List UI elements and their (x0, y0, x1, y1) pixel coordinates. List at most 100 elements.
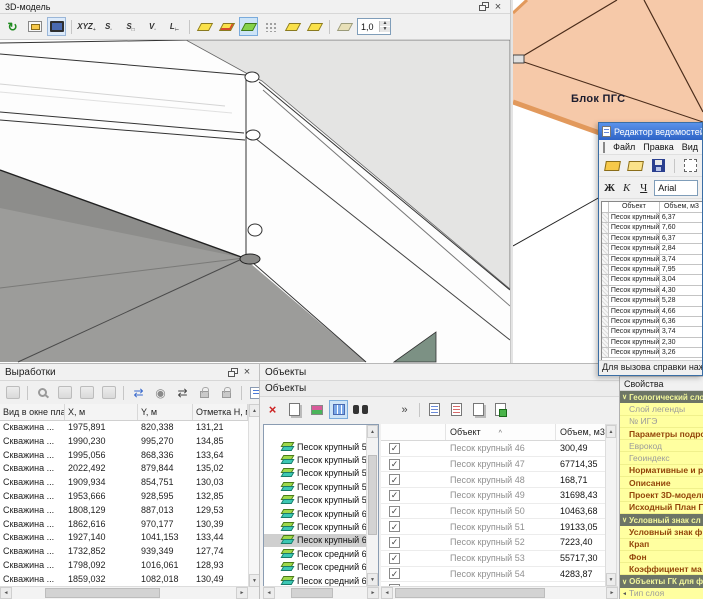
checkbox[interactable]: ✓ (389, 537, 400, 548)
xyz-coordinates-icon[interactable]: XYZ+ (77, 17, 96, 36)
menu-edit[interactable]: Правка (643, 142, 673, 152)
list-item[interactable]: Песок крупный 57 (264, 467, 378, 480)
plot-icon[interactable] (3, 383, 22, 402)
column-header-volume[interactable]: Объем, м3 (556, 424, 606, 440)
list-item[interactable]: Песок средний 63 (264, 547, 378, 560)
object-table-row[interactable]: ✓Песок крупный 5355717,30 (381, 551, 606, 567)
property-section[interactable]: ∨Условный знак сл (620, 514, 703, 526)
object-table-row[interactable]: ✓Песок крупный 4931698,43 (381, 488, 606, 504)
ledger-row[interactable]: Песок крупный 24,30 (602, 286, 703, 296)
surface-area-icon[interactable]: S▫ (99, 17, 118, 36)
scale-spinner[interactable]: 1,0 ▲▼ (357, 18, 391, 35)
borehole-row[interactable]: Скважина ...1995,056868,336133,64 (0, 449, 248, 463)
property-row[interactable]: Фон (620, 551, 703, 563)
object-table-row[interactable]: ✓Песок крупный 5119133,05 (381, 519, 606, 535)
table-vscrollbar[interactable]: ▲ ▼ (605, 424, 617, 587)
scroll-thumb[interactable] (395, 588, 545, 598)
dxf-export-icon[interactable] (25, 17, 44, 36)
find-icon[interactable] (351, 400, 370, 419)
columns-view-icon[interactable] (329, 400, 348, 419)
ledger-row[interactable]: Песок крупный 24,66 (602, 307, 703, 317)
display-filter-icon[interactable] (307, 400, 326, 419)
checkbox[interactable]: ✓ (389, 521, 400, 532)
layer-top-icon[interactable] (283, 17, 302, 36)
ledger-row[interactable]: Песок крупный 33,26 (602, 348, 703, 358)
borehole-row[interactable]: Скважина ...1990,230995,270134,85 (0, 435, 248, 449)
ledger-row[interactable]: Песок крупный 27,95 (602, 265, 703, 275)
column-header-h[interactable]: Отметка H, м (193, 404, 248, 420)
list-vscrollbar[interactable]: ▲ ▼ (366, 425, 378, 586)
column-header-object[interactable]: Объект^ (446, 424, 556, 440)
list-item[interactable]: Песок крупный 62 (264, 534, 378, 547)
import-icon[interactable] (626, 156, 645, 175)
close-button[interactable]: × (491, 0, 505, 13)
property-row[interactable]: Тип слоя (620, 588, 703, 599)
ledger-row[interactable]: Песок крупный 26,36 (602, 317, 703, 327)
editor-titlebar[interactable]: Редактор ведомостей - (599, 123, 702, 140)
property-row[interactable]: Описание (620, 477, 703, 489)
ledger-row[interactable]: Песок крупный 25,28 (602, 296, 703, 306)
ledger-row[interactable]: Песок крупный 27,60 (602, 223, 703, 233)
underline-button[interactable]: Ч (637, 180, 650, 195)
borehole-row[interactable]: Скважина ...1927,1401041,153133,44 (0, 531, 248, 545)
ledger-row[interactable]: Песок крупный 22,84 (602, 244, 703, 254)
boreholes-hscrollbar[interactable]: ◄ ► (0, 586, 248, 599)
list-item[interactable]: Песок крупный 60 (264, 507, 378, 520)
snap-target-icon[interactable]: ◉ (151, 383, 170, 402)
ledger-row[interactable]: Песок крупный 23,04 (602, 275, 703, 285)
copy-icon[interactable] (285, 400, 304, 419)
ledger-row[interactable]: Песок крупный 23,74 (602, 255, 703, 265)
scroll-right-button[interactable]: ► (606, 587, 618, 599)
borehole-delete-icon[interactable] (99, 383, 118, 402)
property-section[interactable]: ∨Геологический слой (620, 391, 703, 403)
font-select[interactable]: Arial (654, 180, 698, 196)
delete-icon[interactable]: × (263, 400, 282, 419)
layer-solid-icon[interactable] (239, 17, 258, 36)
bold-button[interactable]: Ж (603, 180, 616, 195)
export-document-icon[interactable] (491, 400, 510, 419)
borehole-row[interactable]: Скважина ...1798,0921016,061128,93 (0, 559, 248, 573)
points-cloud-icon[interactable] (261, 17, 280, 36)
column-header-x[interactable]: X, м (65, 404, 138, 420)
property-row[interactable]: Крап (620, 539, 703, 551)
transfer-icon[interactable]: ⇄ (173, 383, 192, 402)
scroll-thumb[interactable] (45, 588, 160, 598)
borehole-row[interactable]: Скважина ...1953,666928,595132,85 (0, 490, 248, 504)
ledger-row[interactable]: Песок крупный 23,74 (602, 327, 703, 337)
property-row[interactable]: № ИГЭ (620, 416, 703, 428)
overflow-chevron[interactable]: » (395, 400, 414, 419)
property-row[interactable]: Условный знак ф (620, 526, 703, 538)
object-table-row[interactable]: ✓Песок крупный 4767714,35 (381, 457, 606, 473)
properties-scroll-left[interactable]: ◄ (622, 591, 627, 597)
property-row[interactable]: Параметры подро (620, 428, 703, 440)
property-row[interactable]: Исходный План Ге (620, 502, 703, 514)
scroll-up-button[interactable]: ▲ (367, 425, 378, 438)
checkbox[interactable]: ✓ (389, 490, 400, 501)
checkbox[interactable]: ✓ (389, 568, 400, 579)
checkbox[interactable]: ✓ (389, 474, 400, 485)
borehole-row[interactable]: Скважина ...2022,492879,844135,02 (0, 462, 248, 476)
object-table-row[interactable]: ✓Песок крупный 46300,49 (381, 441, 606, 457)
list-hscrollbar[interactable]: ◄ ► (263, 586, 379, 599)
section-arrow-icon[interactable] (335, 17, 354, 36)
grid-report-icon[interactable] (447, 400, 466, 419)
layer-bottom-icon[interactable] (305, 17, 324, 36)
property-row[interactable]: Проект 3D-модель (620, 489, 703, 501)
object-table-row[interactable]: ✓Песок крупный 527223,40 (381, 535, 606, 551)
borehole-row[interactable]: Скважина ...1909,934854,751130,03 (0, 476, 248, 490)
column-header-y[interactable]: Y, м (138, 404, 193, 420)
borehole-row[interactable]: Скважина ...1732,852939,349127,74 (0, 545, 248, 559)
list-item[interactable]: Песок крупный 55 (264, 440, 378, 453)
copy-document-icon[interactable] (469, 400, 488, 419)
list-item[interactable]: Песок средний 64 (264, 561, 378, 574)
list-item[interactable]: Песок крупный 58 (264, 480, 378, 493)
scroll-left-button[interactable]: ◄ (381, 587, 393, 599)
column-header-view[interactable]: Вид в окне плана (0, 404, 65, 420)
object-table-row[interactable]: ✓Песок крупный 48168,71 (381, 472, 606, 488)
boreholes-vscrollbar[interactable]: ▲ ▼ (248, 404, 259, 587)
layer-axes-icon[interactable] (217, 17, 236, 36)
spline-icon[interactable] (55, 383, 74, 402)
scroll-down-button[interactable]: ▼ (367, 573, 378, 586)
property-row[interactable]: Слой легенды (620, 403, 703, 415)
lock-icon[interactable] (195, 383, 214, 402)
